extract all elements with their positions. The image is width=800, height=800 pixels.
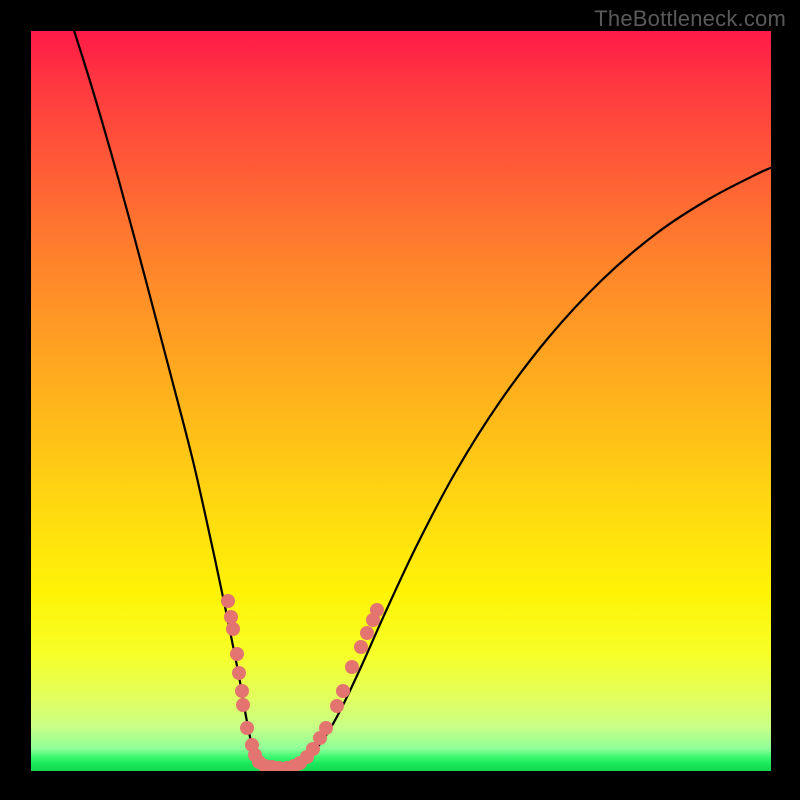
marker-dot [319, 721, 333, 735]
marker-dot [354, 640, 368, 654]
outer-frame: TheBottleneck.com [0, 0, 800, 800]
marker-dot [221, 594, 235, 608]
marker-dot [236, 698, 250, 712]
marker-dot [345, 660, 359, 674]
marker-dot [235, 684, 249, 698]
marker-dot [330, 699, 344, 713]
plot-area [31, 31, 771, 771]
marker-dot [232, 666, 246, 680]
scatter-markers [221, 594, 384, 771]
marker-dot [336, 684, 350, 698]
marker-dot [230, 647, 244, 661]
chart-svg [31, 31, 771, 771]
right-curve [287, 167, 771, 769]
marker-dot [370, 603, 384, 617]
marker-dot [226, 622, 240, 636]
watermark-text: TheBottleneck.com [594, 6, 786, 32]
marker-dot [240, 721, 254, 735]
marker-dot [224, 610, 238, 624]
marker-dot [360, 626, 374, 640]
